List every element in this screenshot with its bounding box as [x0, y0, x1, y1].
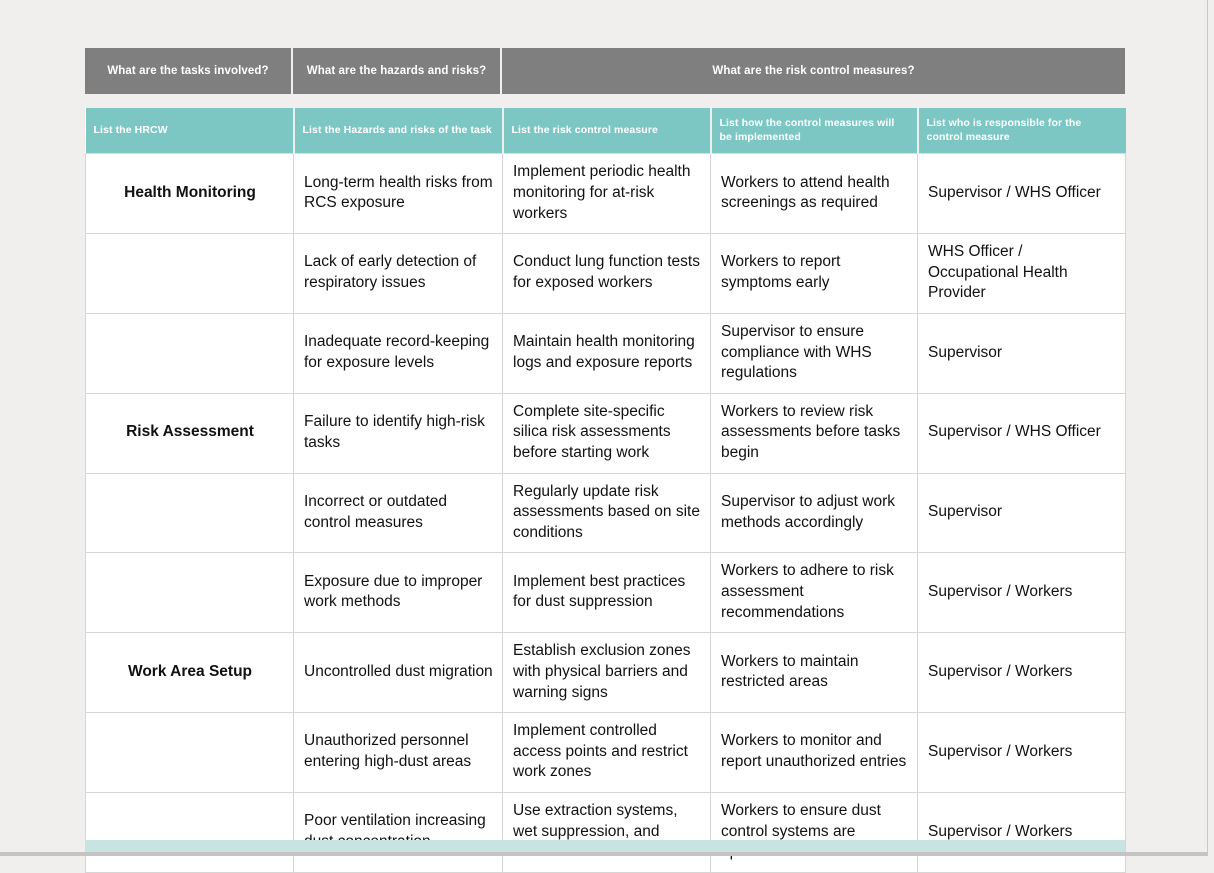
table-row: Poor ventilation increasing dust concent… — [85, 791, 1126, 873]
table-row: Unauthorized personnel entering high-dus… — [85, 712, 1126, 793]
page-bottom-edge — [0, 852, 1208, 856]
group-header-hazards: What are the hazards and risks? — [293, 48, 502, 94]
cell-implementation: Workers to attend health screenings as r… — [710, 153, 918, 235]
cell-implementation: Workers to review risk assessments befor… — [710, 392, 918, 474]
cell-control-measure: Implement controlled access points and r… — [502, 712, 711, 793]
cell-control-measure: Complete site-specific silica risk asses… — [502, 392, 711, 474]
column-header-responsible: List who is responsible for the control … — [917, 108, 1126, 154]
table-body: Health Monitoring Long-term health risks … — [85, 153, 1126, 873]
cell-hazard: Failure to identify high-risk tasks — [293, 392, 503, 474]
table-row: Exposure due to improper work methods Imp… — [85, 552, 1126, 634]
table-row: Incorrect or outdated control measures Re… — [85, 472, 1126, 554]
cell-hrcw — [85, 313, 294, 394]
cell-implementation: Workers to adhere to risk assessment rec… — [710, 552, 918, 634]
cell-hrcw — [85, 552, 294, 634]
cell-responsible: Supervisor / Workers — [917, 791, 1126, 873]
cell-hrcw — [85, 472, 294, 554]
cell-hrcw — [85, 233, 294, 314]
cell-hazard: Unauthorized personnel entering high-dus… — [293, 712, 503, 793]
cell-control-measure: Regularly update risk assessments based … — [502, 472, 711, 554]
group-header-tasks: What are the tasks involved? — [85, 48, 293, 94]
table-row: Health Monitoring Long-term health risks … — [85, 153, 1126, 235]
column-header-control-measure: List the risk control measure — [502, 108, 712, 154]
cell-implementation: Workers to report symptoms early — [710, 233, 918, 314]
cell-hrcw — [85, 791, 294, 873]
cell-control-measure: Use extraction systems, wet suppression,… — [502, 791, 711, 873]
table-row: Work Area Setup Uncontrolled dust migrati… — [85, 632, 1126, 714]
table-row: Risk Assessment Failure to identify high-… — [85, 392, 1126, 474]
cell-implementation: Workers to ensure dust control systems a… — [710, 791, 918, 873]
cell-responsible: Supervisor — [917, 472, 1126, 554]
cell-hrcw — [85, 712, 294, 793]
cell-responsible: Supervisor / WHS Officer — [917, 392, 1126, 474]
group-header-row: What are the tasks involved? What are th… — [85, 48, 1125, 94]
cell-control-measure: Maintain health monitoring logs and expo… — [502, 313, 711, 394]
cell-hazard: Lack of early detection of respiratory i… — [293, 233, 503, 314]
column-header-row: List the HRCW List the Hazards and risks… — [85, 108, 1126, 154]
column-header-hazards: List the Hazards and risks of the task — [293, 108, 504, 154]
cell-control-measure: Conduct lung function tests for exposed … — [502, 233, 711, 314]
cell-implementation: Workers to monitor and report unauthoriz… — [710, 712, 918, 793]
cell-hazard: Exposure due to improper work methods — [293, 552, 503, 634]
cell-hazard: Inadequate record-keeping for exposure l… — [293, 313, 503, 394]
cell-hazard: Incorrect or outdated control measures — [293, 472, 503, 554]
cell-hrcw: Health Monitoring — [85, 153, 294, 235]
cell-control-measure: Implement best practices for dust suppre… — [502, 552, 711, 634]
cell-hrcw: Risk Assessment — [85, 392, 294, 474]
cell-hazard: Long-term health risks from RCS exposure — [293, 153, 503, 235]
table-row: Inadequate record-keeping for exposure l… — [85, 313, 1126, 394]
column-header-implementation: List how the control measures will be im… — [710, 108, 919, 154]
cell-hazard: Uncontrolled dust migration — [293, 632, 503, 714]
group-header-risk-controls: What are the risk control measures? — [502, 48, 1125, 94]
cell-implementation: Workers to maintain restricted areas — [710, 632, 918, 714]
cell-control-measure: Establish exclusion zones with physical … — [502, 632, 711, 714]
risk-control-table: List the HRCW List the Hazards and risks… — [85, 108, 1126, 873]
cell-implementation: Supervisor to ensure compliance with WHS… — [710, 313, 918, 394]
cell-responsible: WHS Officer / Occupational Health Provid… — [917, 233, 1126, 314]
cell-implementation: Supervisor to adjust work methods accord… — [710, 472, 918, 554]
cell-responsible: Supervisor / Workers — [917, 712, 1126, 793]
cell-responsible: Supervisor — [917, 313, 1126, 394]
cell-responsible: Supervisor / Workers — [917, 632, 1126, 714]
cell-responsible: Supervisor / WHS Officer — [917, 153, 1126, 235]
cell-hrcw: Work Area Setup — [85, 632, 294, 714]
cell-control-measure: Implement periodic health monitoring for… — [502, 153, 711, 235]
document-page: What are the tasks involved? What are th… — [0, 0, 1208, 873]
table-row: Lack of early detection of respiratory i… — [85, 233, 1126, 314]
column-header-hrcw: List the HRCW — [85, 108, 295, 154]
cell-hazard: Poor ventilation increasing dust concent… — [293, 791, 503, 873]
cell-responsible: Supervisor / Workers — [917, 552, 1126, 634]
